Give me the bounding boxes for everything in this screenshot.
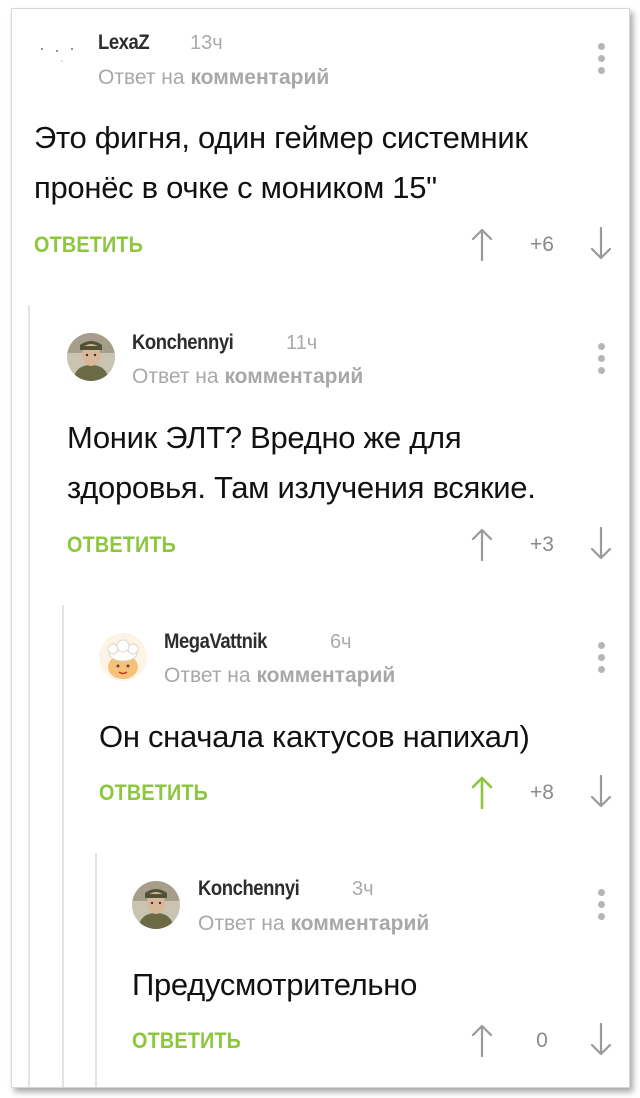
reply-to-target[interactable]: комментарий <box>290 912 429 935</box>
comment-time: 3ч <box>352 878 374 900</box>
arrow-down-icon[interactable] <box>590 1022 612 1057</box>
reply-button[interactable]: ОТВЕТИТЬ <box>132 1028 241 1054</box>
rating-value: 0 <box>536 1029 548 1052</box>
reply-to-link[interactable]: Ответ на комментарий <box>198 912 429 936</box>
kebab-menu-icon[interactable] <box>598 889 606 923</box>
author-name[interactable]: Konchennyi <box>198 877 300 901</box>
comments-panel: LexaZ 13ч Ответ на комментарий Это фигня… <box>11 8 630 1088</box>
reply-to-prefix: Ответ на <box>198 912 285 935</box>
comment: Konchennyi 3ч Ответ на комментарий Преду… <box>12 9 629 1087</box>
comment-text-line: Предусмотрительно <box>132 967 418 1002</box>
avatar[interactable] <box>132 881 180 929</box>
arrow-up-icon[interactable] <box>471 1023 493 1058</box>
comment-text: Предусмотрительно <box>132 960 417 1010</box>
